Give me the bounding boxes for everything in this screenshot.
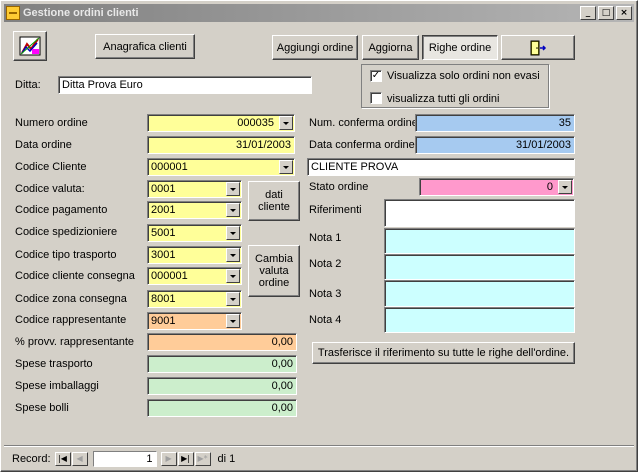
chevron-down-icon[interactable] [279, 160, 293, 174]
spese-imballaggi-label: Spese imballaggi [15, 380, 99, 392]
ditta-field[interactable]: Ditta Prova Euro [58, 76, 312, 94]
data-conferma-field[interactable]: 31/01/2003 [415, 136, 575, 154]
anagrafica-clienti-button[interactable]: Anagrafica clienti [95, 34, 195, 59]
chevron-down-icon[interactable] [226, 182, 240, 196]
chevron-down-icon[interactable] [226, 248, 240, 262]
minimize-button[interactable]: _ [580, 6, 596, 20]
chevron-down-icon[interactable] [226, 292, 240, 306]
codice-zona-consegna-combo[interactable]: 8001 [147, 290, 242, 308]
stato-ordine-combo[interactable]: 0 [419, 178, 574, 196]
provv-rappresentante-field[interactable]: 0,00 [147, 333, 297, 351]
codice-spedizioniere-combo[interactable]: 5001 [147, 224, 242, 242]
codice-rappresentante-label: Codice rappresentante [15, 314, 127, 326]
aggiungi-ordine-button[interactable]: Aggiungi ordine [272, 35, 358, 60]
data-ordine-field[interactable]: 31/01/2003 [147, 136, 295, 154]
codice-cliente-label: Codice Cliente [15, 161, 87, 173]
record-label: Record: [12, 453, 51, 465]
aggiorna-button[interactable]: Aggiorna [362, 35, 419, 60]
spese-bolli-label: Spese bolli [15, 402, 69, 414]
spese-imballaggi-field[interactable]: 0,00 [147, 377, 297, 395]
riferimenti-label: Riferimenti [309, 204, 362, 216]
nota2-field[interactable] [384, 254, 575, 280]
next-record-button[interactable]: ▶ [160, 452, 177, 466]
nota3-field[interactable] [384, 280, 575, 307]
chevron-down-icon[interactable] [226, 226, 240, 240]
solo-non-evasi-label: Visualizza solo ordini non evasi [387, 70, 540, 82]
prev-record-button[interactable]: ◀ [71, 452, 88, 466]
tutti-ordini-label: visualizza tutti gli ordini [387, 93, 500, 105]
close-button[interactable]: × [616, 6, 632, 20]
chevron-down-icon[interactable] [558, 180, 572, 194]
spese-bolli-field[interactable]: 0,00 [147, 399, 297, 417]
nota3-label: Nota 3 [309, 288, 342, 300]
report-icon [19, 36, 41, 56]
stato-ordine-label: Stato ordine [309, 181, 369, 193]
first-record-button[interactable]: |◀ [54, 452, 71, 466]
chevron-down-icon[interactable] [279, 116, 293, 130]
numero-ordine-label: Numero ordine [15, 117, 88, 129]
status-separator [4, 445, 634, 447]
numero-ordine-combo[interactable]: 000035 [147, 114, 295, 132]
codice-cliente-combo[interactable]: 000001 [147, 158, 295, 176]
nota2-label: Nota 2 [309, 258, 342, 270]
exit-door-icon [530, 40, 547, 55]
codice-rappresentante-combo[interactable]: 9001 [147, 312, 242, 330]
codice-cliente-consegna-value: 000001 [151, 270, 188, 282]
chevron-down-icon[interactable] [226, 203, 240, 217]
cambia-valuta-button[interactable]: Cambia valuta ordine [248, 245, 300, 297]
exit-button[interactable] [501, 35, 575, 60]
numero-ordine-value: 000035 [237, 117, 274, 129]
codice-spedizioniere-value: 5001 [151, 227, 176, 239]
spese-trasporto-label: Spese trasporto [15, 358, 93, 370]
codice-cliente-consegna-combo[interactable]: 000001 [147, 267, 242, 285]
num-conferma-field[interactable]: 35 [415, 114, 575, 132]
codice-tipo-trasporto-value: 3001 [151, 249, 176, 261]
main-window: Gestione ordini clienti _ □ × Anagrafica… [0, 0, 638, 472]
stato-ordine-value: 0 [546, 181, 553, 193]
window-title: Gestione ordini clienti [23, 7, 139, 19]
chevron-down-icon[interactable] [226, 314, 240, 328]
solo-non-evasi-checkbox[interactable]: ✓ [370, 70, 382, 82]
nota1-label: Nota 1 [309, 232, 342, 244]
spese-trasporto-field[interactable]: 0,00 [147, 355, 297, 373]
codice-tipo-trasporto-combo[interactable]: 3001 [147, 246, 242, 264]
codice-tipo-trasporto-label: Codice tipo trasporto [15, 249, 117, 261]
codice-pagamento-label: Codice pagamento [15, 204, 108, 216]
codice-valuta-label: Codice valuta: [15, 183, 85, 195]
riferimenti-field[interactable] [384, 199, 575, 227]
nota4-label: Nota 4 [309, 314, 342, 326]
new-record-button[interactable]: ▶* [194, 452, 211, 466]
provv-rappresentante-label: % provv. rappresentante [15, 336, 135, 348]
codice-pagamento-combo[interactable]: 2001 [147, 201, 242, 219]
tutti-ordini-checkbox[interactable] [370, 92, 382, 104]
nota4-field[interactable] [384, 307, 575, 333]
codice-valuta-value: 0001 [151, 183, 176, 195]
record-total: di 1 [217, 453, 236, 465]
codice-zona-consegna-label: Codice zona consegna [15, 293, 127, 305]
maximize-button[interactable]: □ [598, 6, 614, 20]
data-ordine-label: Data ordine [15, 139, 72, 151]
righe-ordine-button[interactable]: Righe ordine [422, 35, 498, 60]
codice-zona-consegna-value: 8001 [151, 293, 176, 305]
record-navigator: Record: |◀ ◀ 1 ▶ ▶| ▶* di 1 [4, 449, 634, 469]
title-bar[interactable]: Gestione ordini clienti _ □ × [4, 4, 634, 22]
dati-cliente-button[interactable]: dati cliente [248, 181, 300, 221]
chevron-down-icon[interactable] [226, 269, 240, 283]
nota1-field[interactable] [384, 228, 575, 254]
ditta-label: Ditta: [15, 79, 41, 91]
last-record-button[interactable]: ▶| [177, 452, 194, 466]
codice-spedizioniere-label: Codice spedizioniere [15, 226, 118, 238]
cliente-nome-field[interactable]: CLIENTE PROVA [307, 158, 575, 176]
codice-cliente-consegna-label: Codice cliente consegna [15, 270, 135, 282]
codice-rappresentante-value: 9001 [151, 315, 176, 327]
report-button[interactable] [13, 31, 47, 61]
num-conferma-label: Num. conferma ordine [309, 117, 418, 129]
current-record-field[interactable]: 1 [92, 451, 157, 467]
trasferisce-riferimento-button[interactable]: Trasferisce il riferimento su tutte le r… [312, 342, 575, 364]
app-icon [6, 6, 20, 20]
codice-cliente-value: 000001 [151, 161, 188, 173]
codice-valuta-combo[interactable]: 0001 [147, 180, 242, 198]
codice-pagamento-value: 2001 [151, 204, 176, 216]
data-conferma-label: Data conferma ordine [309, 139, 415, 151]
